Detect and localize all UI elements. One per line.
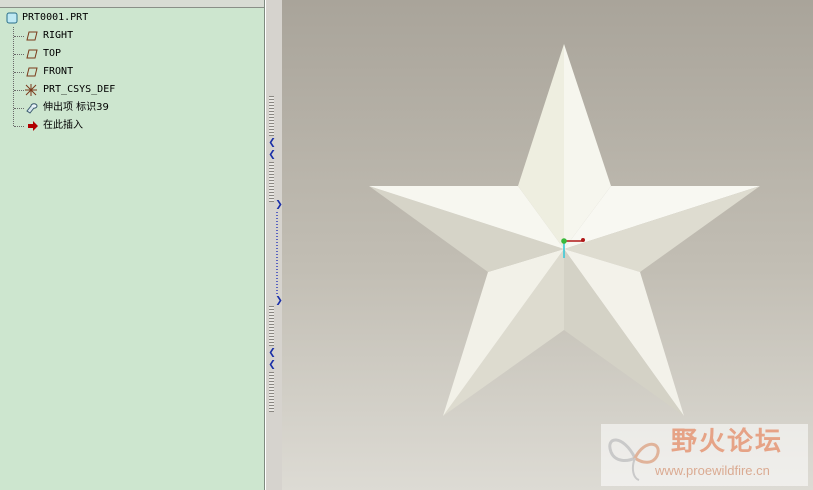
tree-item-insert-here[interactable]: 在此插入	[0, 117, 264, 135]
forum-watermark: 野火论坛 www.proewildfire.cn	[601, 424, 808, 486]
collapse-left-arrow-icon[interactable]: ❮	[267, 150, 277, 160]
datum-plane-icon	[26, 67, 38, 77]
extrude-feature-icon	[26, 103, 38, 114]
tree-item-label: PRT_CSYS_DEF	[43, 84, 116, 95]
model-tree-header	[0, 0, 264, 8]
watermark-title: 野火论坛	[671, 427, 784, 457]
tree-item-root[interactable]: PRT0001.PRT	[0, 9, 264, 27]
tree-item-label: FRONT	[43, 66, 74, 77]
splitter-grip[interactable]	[269, 306, 274, 346]
tree-item-label: TOP	[43, 48, 62, 59]
tree-item-top[interactable]: TOP	[0, 45, 264, 63]
splitter-grip[interactable]	[269, 96, 274, 136]
part-icon	[6, 12, 18, 24]
panel-splitter[interactable]: ❮ ❮ ❯ ❯ ❮ ❮	[265, 0, 283, 490]
splitter-grip[interactable]	[269, 162, 274, 202]
collapse-left-arrow-icon[interactable]: ❮	[267, 348, 277, 358]
datum-plane-icon	[26, 31, 38, 41]
insert-here-arrow-icon	[28, 121, 38, 131]
coordinate-system-icon	[25, 84, 37, 96]
tree-item-right[interactable]: RIGHT	[0, 27, 264, 45]
collapse-left-arrow-icon[interactable]: ❮	[267, 360, 277, 370]
tree-item-csys[interactable]: PRT_CSYS_DEF	[0, 81, 264, 99]
model-tree-panel: PRT0001.PRT RIGHT TOP FRONT PRT_CSYS_DEF	[0, 0, 265, 490]
tree-item-label: RIGHT	[43, 30, 74, 41]
tree-item-label: 伸出项 标识39	[43, 102, 109, 113]
tree-root-label: PRT0001.PRT	[22, 12, 89, 23]
graphics-viewport[interactable]	[282, 0, 813, 490]
splitter-dotted-line	[276, 212, 278, 296]
tree-item-label: 在此插入	[43, 120, 83, 131]
datum-plane-icon	[26, 49, 38, 59]
tree-item-extrude[interactable]: 伸出项 标识39	[0, 99, 264, 117]
tree-item-front[interactable]: FRONT	[0, 63, 264, 81]
splitter-grip[interactable]	[269, 372, 274, 412]
star-model	[369, 44, 760, 416]
collapse-left-arrow-icon[interactable]: ❮	[267, 138, 277, 148]
watermark-url: www.proewildfire.cn	[655, 463, 770, 478]
